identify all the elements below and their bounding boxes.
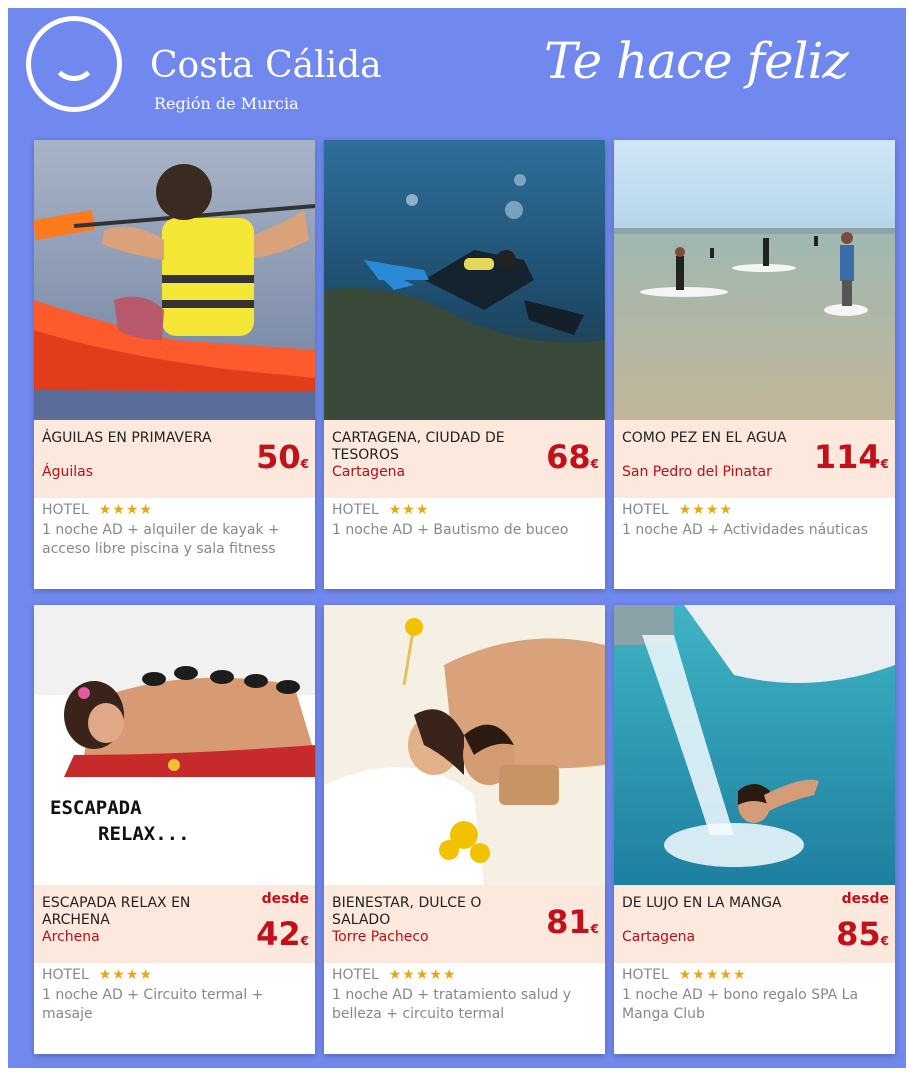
offer-card[interactable]: DE LUJO EN LA MANGA Cartagena desde 85€ … — [614, 605, 895, 1054]
offer-title[interactable]: CARTAGENA, CIUDAD DE TESOROS — [332, 430, 522, 464]
offer-city: Cartagena — [332, 464, 406, 480]
header: Costa Cálida Región de Murcia Te hace fe… — [8, 8, 906, 138]
offer-price[interactable]: 50€ — [256, 438, 309, 476]
newsletter-frame: Costa Cálida Región de Murcia Te hace fe… — [8, 8, 906, 1068]
brand-title[interactable]: Costa Cálida — [150, 46, 382, 86]
hotel-label: HOTEL — [622, 967, 669, 983]
price-value: 85 — [836, 915, 881, 953]
price-from-label: desde — [261, 891, 309, 907]
currency-symbol: € — [590, 457, 599, 471]
diving-photo[interactable] — [324, 140, 605, 420]
offer-info: COMO PEZ EN EL AGUA San Pedro del Pinata… — [614, 420, 895, 498]
spa-waterfall-photo[interactable] — [614, 605, 895, 885]
smile-curve — [51, 35, 97, 81]
offer-description: 1 noche AD + Bautismo de buceo — [332, 522, 569, 538]
offer-title[interactable]: COMO PEZ EN EL AGUA — [622, 430, 812, 447]
kayak-photo[interactable] — [34, 140, 315, 420]
star-rating-icon: ★★★★ — [678, 502, 733, 518]
smile-logo-icon[interactable] — [26, 16, 122, 112]
offer-description: 1 noche AD + bono regalo SPA La Manga Cl… — [622, 987, 859, 1022]
slogan: Te hace feliz — [544, 32, 849, 90]
price-value: 114 — [813, 438, 881, 476]
offer-description: 1 noche AD + Actividades náuticas — [622, 522, 868, 538]
hotel-label: HOTEL — [332, 967, 379, 983]
currency-symbol: € — [880, 457, 889, 471]
offer-card[interactable]: COMO PEZ EN EL AGUA San Pedro del Pinata… — [614, 140, 895, 589]
hotel-rating: HOTEL ★★★★★ — [622, 967, 747, 983]
star-rating-icon: ★★★★★ — [388, 967, 457, 983]
offer-price[interactable]: 114€ — [814, 438, 889, 476]
hotel-rating: HOTEL ★★★★ — [42, 502, 153, 518]
offer-card[interactable]: ÁGUILAS EN PRIMAVERA Águilas 50€ HOTEL ★★… — [34, 140, 315, 589]
offer-title[interactable]: DE LUJO EN LA MANGA — [622, 895, 812, 912]
offer-description: 1 noche AD + alquiler de kayak + acceso … — [42, 522, 280, 557]
offer-city: Torre Pacheco — [332, 929, 429, 945]
offer-info: ESCAPADA RELAX EN ARCHENA Archena desde … — [34, 885, 315, 963]
hot-stone-massage-photo[interactable]: ESCAPADA RELAX... — [34, 605, 315, 885]
relax-line-1: ESCAPADA — [50, 797, 142, 819]
price-value: 42 — [256, 915, 301, 953]
hotel-rating: HOTEL ★★★★★ — [332, 967, 457, 983]
star-rating-icon: ★★★★★ — [678, 967, 747, 983]
hotel-rating: HOTEL ★★★★ — [622, 502, 733, 518]
offer-price[interactable]: 68€ — [546, 438, 599, 476]
offer-city: Cartagena — [622, 929, 696, 945]
brand-subtitle: Región de Murcia — [154, 94, 299, 113]
star-rating-icon: ★★★ — [388, 502, 430, 518]
offer-description: 1 noche AD + Circuito termal + masaje — [42, 987, 264, 1022]
hotel-label: HOTEL — [332, 502, 379, 518]
offer-price[interactable]: 81€ — [546, 903, 599, 941]
price-from-label: desde — [841, 891, 889, 907]
hotel-label: HOTEL — [622, 502, 669, 518]
currency-symbol: € — [880, 934, 889, 948]
paddle-surf-photo[interactable] — [614, 140, 895, 420]
offer-info: ÁGUILAS EN PRIMAVERA Águilas 50€ — [34, 420, 315, 498]
offer-title[interactable]: ESCAPADA RELAX EN ARCHENA — [42, 895, 232, 929]
offer-title[interactable]: ÁGUILAS EN PRIMAVERA — [42, 430, 232, 447]
offer-city: San Pedro del Pinatar — [622, 464, 772, 480]
offer-title[interactable]: BIENESTAR, DULCE O SALADO — [332, 895, 522, 929]
offer-info: DE LUJO EN LA MANGA Cartagena desde 85€ — [614, 885, 895, 963]
offer-price[interactable]: 85€ — [836, 915, 889, 953]
relax-line-2: RELAX... — [98, 823, 190, 845]
currency-symbol: € — [300, 934, 309, 948]
offer-info: CARTAGENA, CIUDAD DE TESOROS Cartagena 6… — [324, 420, 605, 498]
price-value: 50 — [256, 438, 301, 476]
relax-banner-text: ESCAPADA RELAX... — [50, 795, 190, 847]
spa-couple-photo[interactable] — [324, 605, 605, 885]
price-value: 81 — [546, 903, 591, 941]
offer-card[interactable]: ESCAPADA RELAX... ESCAPADA RELAX EN ARCH… — [34, 605, 315, 1054]
offer-info: BIENESTAR, DULCE O SALADO Torre Pacheco … — [324, 885, 605, 963]
hotel-rating: HOTEL ★★★★ — [42, 967, 153, 983]
offer-card[interactable]: CARTAGENA, CIUDAD DE TESOROS Cartagena 6… — [324, 140, 605, 589]
offer-description: 1 noche AD + tratamiento salud y belleza… — [332, 987, 572, 1022]
offer-city: Archena — [42, 929, 100, 945]
hotel-label: HOTEL — [42, 502, 89, 518]
currency-symbol: € — [300, 457, 309, 471]
offer-city: Águilas — [42, 464, 93, 480]
currency-symbol: € — [590, 922, 599, 936]
star-rating-icon: ★★★★ — [98, 502, 153, 518]
hotel-rating: HOTEL ★★★ — [332, 502, 429, 518]
star-rating-icon: ★★★★ — [98, 967, 153, 983]
offer-price[interactable]: 42€ — [256, 915, 309, 953]
offer-card[interactable]: BIENESTAR, DULCE O SALADO Torre Pacheco … — [324, 605, 605, 1054]
price-value: 68 — [546, 438, 591, 476]
hotel-label: HOTEL — [42, 967, 89, 983]
